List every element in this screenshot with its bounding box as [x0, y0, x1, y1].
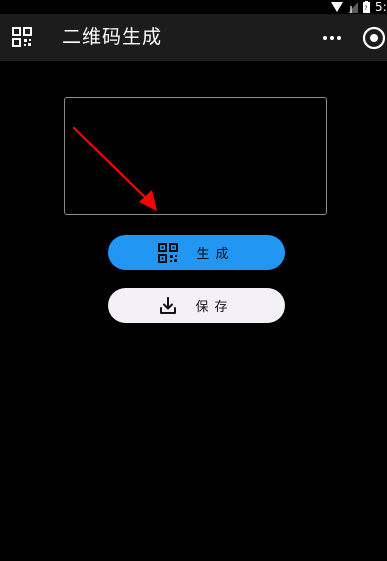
- page-title: 二维码生成: [62, 26, 163, 48]
- more-icon[interactable]: [320, 26, 344, 50]
- qr-code-icon[interactable]: [11, 26, 33, 48]
- generate-button[interactable]: 生成: [108, 235, 285, 270]
- annotation-arrow: [72, 126, 157, 211]
- status-icons: ? 5:4: [331, 0, 387, 14]
- generate-button-label: 生成: [196, 247, 235, 262]
- save-button-label: 保存: [195, 300, 234, 315]
- wifi-icon: [331, 2, 343, 12]
- app-bar: 二维码生成: [0, 14, 387, 61]
- status-bar: ? 5:4: [0, 0, 387, 14]
- qr-text-input[interactable]: [64, 97, 327, 215]
- qr-code-icon: [158, 242, 179, 263]
- status-time: 5:4: [375, 0, 387, 14]
- signal-icon: [348, 1, 358, 13]
- save-button[interactable]: 保存: [108, 288, 285, 323]
- svg-text:?: ?: [364, 5, 367, 12]
- download-icon: [160, 296, 177, 314]
- battery-icon: ?: [363, 1, 370, 13]
- target-icon[interactable]: [361, 25, 387, 51]
